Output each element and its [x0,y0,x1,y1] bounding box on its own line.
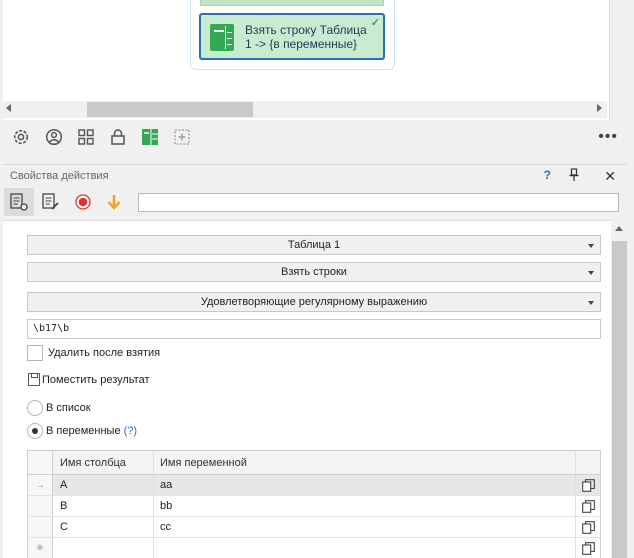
put-result-label: Поместить результат [42,374,150,386]
chevron-down-icon [588,301,594,305]
radio-variables[interactable] [27,423,43,439]
new-row-indicator: ✳ [28,538,53,558]
user-icon[interactable] [45,128,63,146]
lock-icon[interactable] [109,128,127,146]
vertical-scrollbar[interactable] [611,220,628,558]
condition-select-value: Удовлетворяющие регулярному выражению [200,296,428,308]
row-action[interactable] [577,475,600,495]
radio-list[interactable] [27,400,43,416]
copy-icon[interactable] [582,521,595,534]
scroll-right-icon[interactable] [597,104,602,112]
table-icon [210,24,234,51]
scrollbar-thumb[interactable] [612,241,627,558]
add-box-icon[interactable] [173,128,191,146]
variable-cell[interactable]: cc [154,517,576,537]
properties-body: Таблица 1 Взять строки Удовлетворяющие р… [3,220,611,558]
action-select-value: Взять строки [281,266,347,278]
chevron-down-icon [588,271,594,275]
node-label: Взять строку Таблица 1 -> {в переменные} [245,23,381,51]
scroll-up-icon[interactable] [615,226,623,231]
table-row[interactable]: B bb [28,496,600,517]
grid-icon[interactable] [77,128,95,146]
close-icon[interactable]: ✕ [604,168,616,185]
row-action[interactable] [577,496,600,516]
row-action[interactable] [577,517,600,537]
regex-input[interactable]: \b17\b [27,319,601,339]
mapping-table: Имя столбца Имя переменной → A aa B bb C… [27,450,601,558]
copy-icon[interactable] [582,542,595,555]
scrollbar-thumb[interactable] [87,102,253,117]
variable-cell[interactable]: aa [154,475,576,495]
chevron-down-icon [588,244,594,248]
variable-cell[interactable]: bb [154,496,576,516]
variables-help-link[interactable]: (?) [124,425,137,437]
app-window: Взять строку Таблица 1 -> {в переменные}… [0,0,634,558]
column-header-name[interactable]: Имя столбца [54,451,154,474]
new-table-row[interactable]: ✳ [28,538,600,558]
previous-node[interactable] [200,0,384,6]
row-indicator: → [28,475,53,495]
gear-icon[interactable] [12,128,30,146]
more-icon[interactable]: ••• [598,128,618,146]
row-indicator [28,496,53,516]
save-icon [28,373,40,386]
copy-icon[interactable] [582,479,595,492]
horizontal-scrollbar[interactable] [3,101,607,118]
column-header-variable[interactable]: Имя переменной [154,451,576,474]
column-cell[interactable]: C [54,517,154,537]
table-select-value: Таблица 1 [287,239,341,251]
panel-toolbar [3,187,628,217]
panel-header: Свойства действия ? ✕ [3,164,628,186]
node-label-line1: Взять строку Таблица [245,23,367,37]
scroll-left-icon[interactable] [6,104,11,112]
node-label-line2: 1 -> {в переменные} [245,37,358,51]
column-cell[interactable] [54,538,154,558]
row-indicator-header [28,451,53,474]
canvas-toolbar: ••• [3,123,628,151]
panel-title: Свойства действия [10,170,109,182]
table-select[interactable]: Таблица 1 [27,235,601,255]
column-cell[interactable]: B [54,496,154,516]
table-row[interactable]: C cc [28,517,600,538]
variable-cell[interactable] [154,538,576,558]
checkmark-icon: ✓ [370,17,380,29]
pin-icon[interactable] [568,168,580,185]
action-node[interactable]: Взять строку Таблица 1 -> {в переменные}… [199,13,385,60]
radio-variables-text[interactable]: В переменные [46,425,121,437]
delete-after-label: Удалить после взятия [48,347,161,359]
row-indicator [28,517,53,537]
radio-variables-label[interactable]: В переменные (?) [46,425,137,437]
record-icon[interactable] [73,192,93,212]
column-cell[interactable]: A [54,475,154,495]
delete-after-checkbox[interactable] [27,345,43,361]
copy-icon[interactable] [582,500,595,513]
table-icon[interactable] [141,128,159,146]
action-select[interactable]: Взять строки [27,262,601,282]
edit-icon[interactable] [41,192,61,212]
arrow-down-icon[interactable] [104,192,124,212]
table-header: Имя столбца Имя переменной [28,451,600,475]
table-row[interactable]: → A aa [28,475,600,496]
row-action[interactable] [577,538,600,558]
actions-header [577,451,600,474]
panel-filter-input[interactable] [138,193,619,212]
properties-icon[interactable] [9,192,29,212]
condition-select[interactable]: Удовлетворяющие регулярному выражению [27,292,601,312]
help-icon[interactable]: ? [544,168,551,182]
radio-list-label[interactable]: В список [46,402,91,414]
